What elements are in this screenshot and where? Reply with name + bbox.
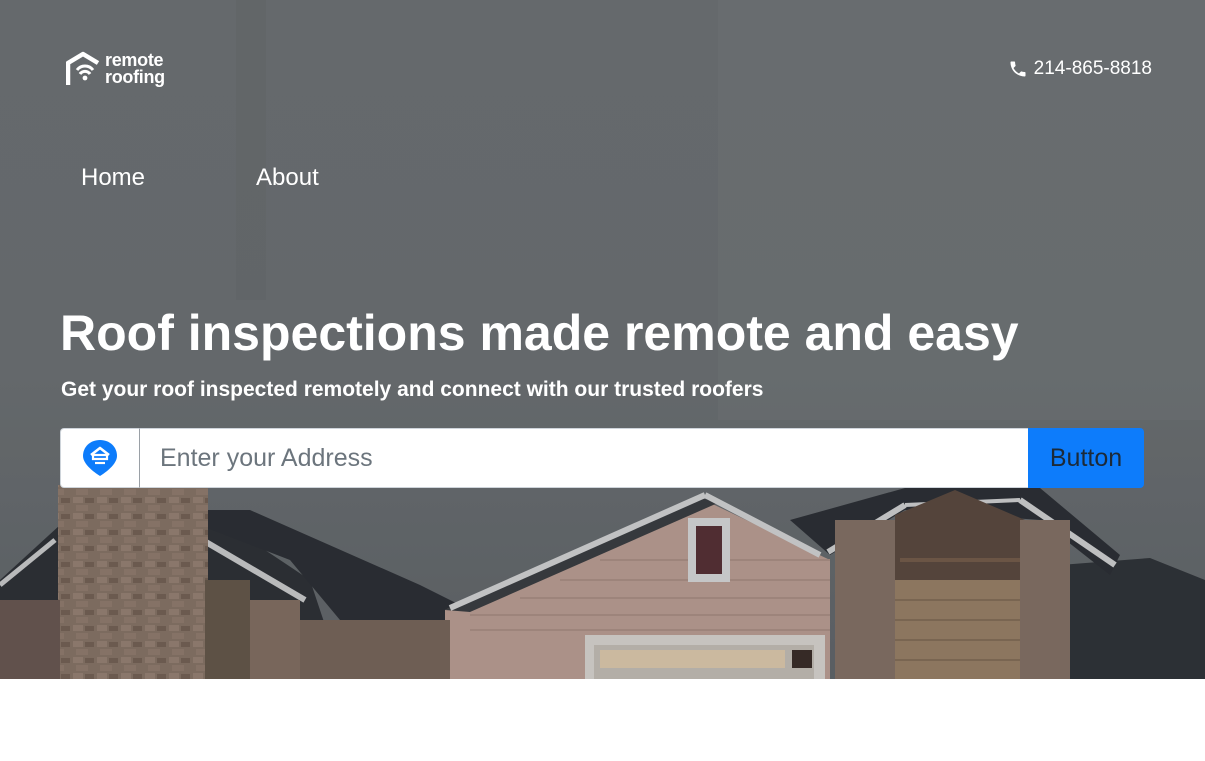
address-input[interactable] (140, 428, 1028, 488)
phone-icon (1010, 61, 1026, 77)
house-wifi-logo-icon (66, 51, 100, 85)
address-search: Button (60, 428, 1144, 488)
nav-item-about[interactable]: About (256, 164, 319, 192)
brand-line-2: roofing (105, 67, 165, 87)
map-pin-house-icon (83, 440, 117, 476)
search-submit-button[interactable]: Button (1028, 428, 1144, 488)
hero-section: remote roofing 214-865-8818 Home About R… (0, 0, 1205, 679)
brand-name: remote roofing (105, 51, 165, 87)
hero-title: Roof inspections made remote and easy (60, 305, 1019, 361)
nav-item-home[interactable]: Home (81, 164, 145, 192)
brand-logo[interactable]: remote roofing (66, 51, 165, 87)
search-prefix (60, 428, 140, 488)
main-nav: Home About (81, 164, 319, 192)
hero-subtitle: Get your roof inspected remotely and con… (61, 378, 764, 401)
header-phone[interactable]: 214-865-8818 (1008, 58, 1152, 80)
phone-number: 214-865-8818 (1033, 58, 1152, 79)
